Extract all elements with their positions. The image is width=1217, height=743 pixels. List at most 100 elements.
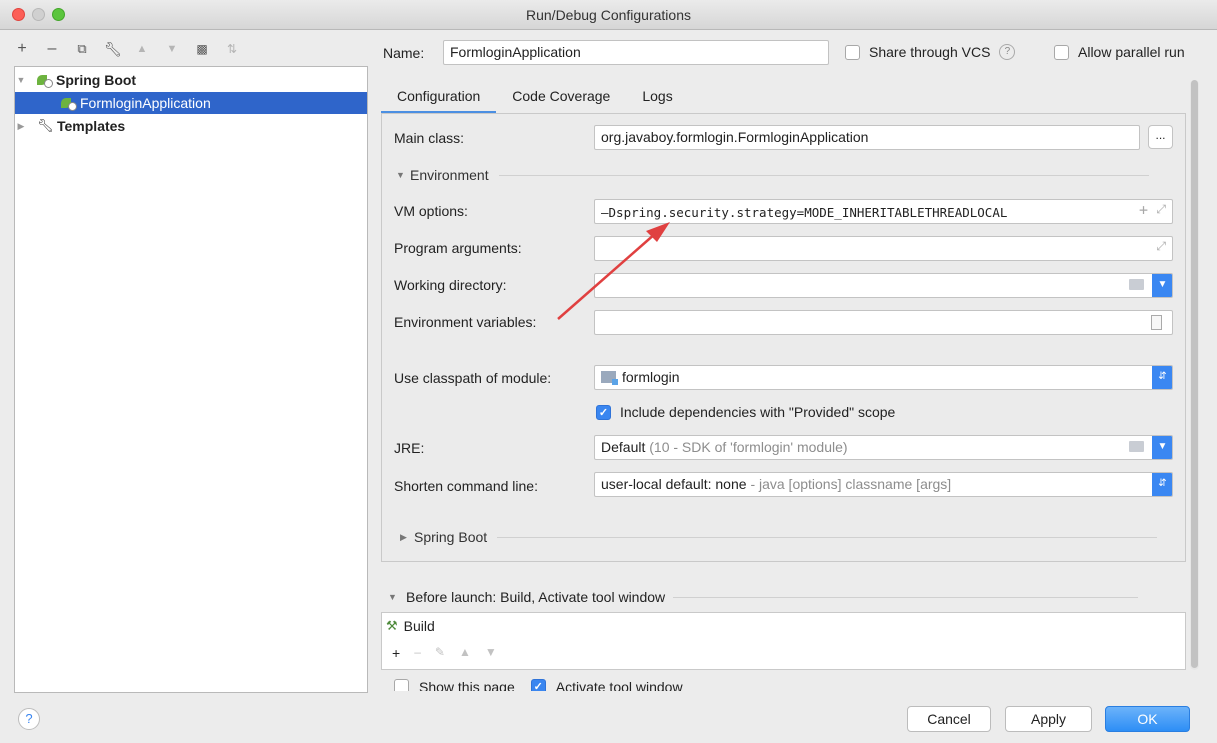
config-tabs: Configuration Code Coverage Logs bbox=[381, 82, 1186, 114]
expand-icon[interactable]: ⤢ bbox=[1156, 202, 1166, 217]
hammer-icon: ⚒ bbox=[386, 618, 398, 633]
help-icon[interactable]: ? bbox=[999, 44, 1016, 60]
environment-variables-label: Environment variables: bbox=[394, 314, 537, 330]
include-dependencies-checkbox[interactable]: ✓ bbox=[596, 404, 611, 420]
apply-button[interactable]: Apply bbox=[1005, 706, 1092, 732]
allow-parallel-label: Allow parallel run bbox=[1078, 44, 1185, 60]
spring-boot-section[interactable]: ▶ Spring Boot bbox=[400, 529, 1158, 545]
activate-tool-label: Activate tool window bbox=[555, 679, 683, 691]
folder-icon[interactable]: ▩ bbox=[194, 41, 210, 57]
minus-icon[interactable]: – bbox=[414, 645, 421, 661]
jre-select[interactable]: Default (10 - SDK of 'formlogin' module)… bbox=[594, 435, 1173, 460]
allow-parallel-option: Allow parallel run bbox=[1054, 44, 1185, 60]
classpath-module-select[interactable]: formlogin ⇵ bbox=[594, 365, 1173, 390]
window-title: Run/Debug Configurations bbox=[526, 7, 691, 23]
working-directory-field[interactable]: ▼ bbox=[594, 273, 1173, 298]
expanded-caret-icon[interactable]: ▼ bbox=[15, 75, 27, 85]
tree-group-spring-boot[interactable]: ▼ Spring Boot bbox=[15, 69, 367, 91]
chevron-updown-icon[interactable]: ⇵ bbox=[1152, 473, 1172, 496]
help-button[interactable]: ? bbox=[18, 708, 40, 730]
chevron-down-icon[interactable]: ▼ bbox=[1152, 436, 1172, 459]
working-directory-label: Working directory: bbox=[394, 277, 507, 293]
share-vcs-label: Share through VCS bbox=[869, 44, 991, 60]
wrench-icon: 🔧︎ bbox=[37, 118, 54, 133]
move-down-icon[interactable]: ▼ bbox=[485, 645, 497, 661]
spring-boot-app-icon bbox=[61, 97, 77, 111]
show-page-checkbox[interactable] bbox=[394, 679, 409, 691]
divider bbox=[497, 536, 1158, 538]
before-launch-section[interactable]: ▼ Before launch: Build, Activate tool wi… bbox=[388, 589, 1139, 605]
tab-code-coverage[interactable]: Code Coverage bbox=[496, 82, 626, 114]
configuration-panel: Main class: org.javaboy.formlogin.Formlo… bbox=[381, 113, 1186, 562]
copy-icon[interactable]: ⧉ bbox=[74, 41, 90, 57]
program-arguments-field[interactable]: ⤢ bbox=[594, 236, 1173, 261]
environment-section-label: Environment bbox=[410, 167, 489, 183]
cancel-button[interactable]: Cancel bbox=[907, 706, 991, 732]
configurations-toolbar: + – ⧉ 🔧︎ ▲ ▼ ▩ ⇅ bbox=[14, 36, 240, 62]
shorten-command-line-label: Shorten command line: bbox=[394, 478, 538, 494]
move-down-icon[interactable]: ▼ bbox=[164, 41, 180, 57]
tree-group-label: Templates bbox=[57, 118, 126, 134]
vm-options-field[interactable]: –Dspring.security.strategy=MODE_INHERITA… bbox=[594, 199, 1173, 224]
module-icon bbox=[601, 371, 618, 385]
chevron-down-icon[interactable]: ▼ bbox=[1152, 274, 1172, 297]
jre-label: JRE: bbox=[394, 440, 425, 456]
classpath-module-value: formlogin bbox=[622, 369, 680, 385]
add-icon[interactable]: + bbox=[1139, 201, 1148, 219]
tab-configuration[interactable]: Configuration bbox=[381, 82, 497, 114]
sort-icon[interactable]: ⇅ bbox=[224, 41, 240, 57]
shorten-command-line-select[interactable]: user-local default: none - java [options… bbox=[594, 472, 1173, 497]
folder-icon[interactable] bbox=[1129, 441, 1144, 452]
wrench-icon[interactable]: 🔧︎ bbox=[104, 41, 122, 57]
include-dependencies-label: Include dependencies with "Provided" sco… bbox=[620, 404, 896, 420]
tree-item-label: FormloginApplication bbox=[80, 95, 211, 111]
edit-variables-icon[interactable] bbox=[1151, 315, 1162, 330]
plus-icon[interactable]: + bbox=[392, 645, 400, 661]
name-input[interactable]: FormloginApplication bbox=[443, 40, 829, 65]
browse-button[interactable]: ... bbox=[1148, 125, 1173, 149]
ok-button[interactable]: OK bbox=[1105, 706, 1190, 732]
before-launch-item-label: Build bbox=[403, 618, 435, 634]
shorten-command-line-hint: - java [options] classname [args] bbox=[750, 476, 952, 492]
tree-group-templates[interactable]: ▶ 🔧︎ Templates bbox=[15, 115, 367, 137]
vm-options-label: VM options: bbox=[394, 203, 468, 219]
before-launch-list: ⚒ Build + – ✎ ▲ ▼ bbox=[381, 612, 1186, 670]
share-vcs-checkbox[interactable] bbox=[845, 44, 860, 60]
include-dependencies-option: ✓ Include dependencies with "Provided" s… bbox=[596, 404, 895, 420]
plus-icon[interactable]: + bbox=[14, 41, 30, 57]
collapsed-caret-icon[interactable]: ▶ bbox=[15, 121, 27, 132]
jre-hint: (10 - SDK of 'formlogin' module) bbox=[649, 439, 848, 455]
environment-variables-field[interactable] bbox=[594, 310, 1173, 335]
share-vcs-option: Share through VCS ? bbox=[845, 44, 1016, 60]
divider bbox=[498, 174, 1149, 176]
before-launch-toolbar: + – ✎ ▲ ▼ bbox=[392, 645, 497, 661]
tree-group-label: Spring Boot bbox=[56, 72, 137, 88]
pencil-icon[interactable]: ✎ bbox=[435, 645, 445, 661]
expand-icon[interactable]: ⤢ bbox=[1156, 239, 1166, 254]
show-page-label: Show this page bbox=[419, 679, 515, 691]
move-up-icon[interactable]: ▲ bbox=[459, 645, 471, 661]
configurations-tree: ▼ Spring Boot FormloginApplication ▶ 🔧︎ … bbox=[14, 66, 368, 693]
shorten-command-line-value: user-local default: none bbox=[601, 476, 747, 492]
before-launch-item[interactable]: ⚒ Build bbox=[386, 618, 435, 634]
expanded-caret-icon: ▼ bbox=[396, 170, 405, 180]
spring-boot-icon bbox=[37, 74, 53, 88]
main-class-field[interactable]: org.javaboy.formlogin.FormloginApplicati… bbox=[594, 125, 1140, 150]
classpath-module-label: Use classpath of module: bbox=[394, 370, 552, 386]
scrollbar-thumb[interactable] bbox=[1191, 80, 1198, 668]
vm-options-value: –Dspring.security.strategy=MODE_INHERITA… bbox=[601, 205, 1008, 220]
show-page-options: Show this page ✓ Activate tool window bbox=[394, 679, 683, 691]
move-up-icon[interactable]: ▲ bbox=[134, 41, 150, 57]
expanded-caret-icon: ▼ bbox=[388, 592, 397, 602]
tab-logs[interactable]: Logs bbox=[626, 82, 688, 114]
folder-icon[interactable] bbox=[1129, 279, 1144, 290]
environment-section[interactable]: ▼ Environment bbox=[396, 167, 1149, 183]
activate-tool-checkbox[interactable]: ✓ bbox=[530, 679, 546, 691]
minus-icon[interactable]: – bbox=[44, 41, 60, 57]
vertical-scrollbar[interactable] bbox=[1190, 80, 1199, 670]
collapsed-caret-icon: ▶ bbox=[400, 531, 407, 542]
tree-item-formlogin-application[interactable]: FormloginApplication bbox=[15, 92, 367, 114]
chevron-updown-icon[interactable]: ⇵ bbox=[1152, 366, 1172, 389]
allow-parallel-checkbox[interactable] bbox=[1054, 44, 1069, 60]
name-label: Name: bbox=[383, 45, 425, 61]
